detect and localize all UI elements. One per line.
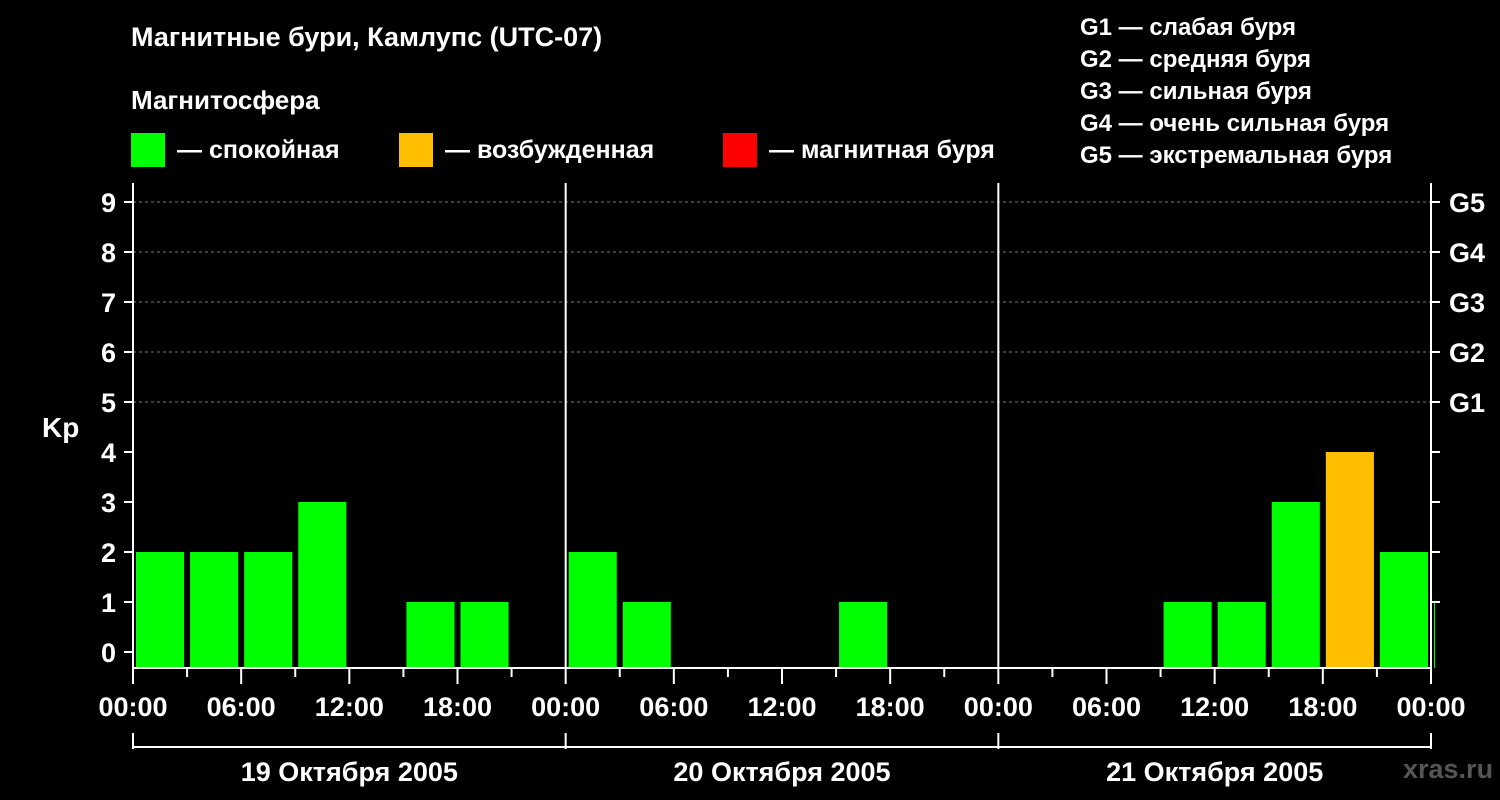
bar-quiet: [1163, 602, 1212, 668]
bar-quiet: [839, 602, 888, 668]
x-tick-label: 18:00: [423, 692, 492, 722]
bar-quiet: [244, 552, 293, 668]
bar-quiet: [190, 552, 239, 668]
day-label: 19 Октября 2005: [241, 757, 458, 787]
x-tick-label: 06:00: [207, 692, 276, 722]
y-tick-label: 1: [101, 588, 116, 618]
y-tick-label: 6: [101, 338, 116, 368]
legend-item-quiet: — спокойная: [131, 133, 340, 167]
day-label: 21 Октября 2005: [1106, 757, 1323, 787]
g-scale-item-g5: G5 — экстремальная буря: [1080, 142, 1393, 169]
x-tick-label: 12:00: [315, 692, 384, 722]
x-tick-label: 00:00: [1396, 692, 1465, 722]
watermark: xras.ru: [1403, 754, 1494, 784]
legend-label-quiet: — спокойная: [177, 135, 340, 164]
y-tick-label: 5: [101, 388, 116, 418]
x-tick-label: 06:00: [639, 692, 708, 722]
y-tick-label: 7: [101, 288, 116, 318]
x-tick-label: 12:00: [747, 692, 816, 722]
day-label: 20 Октября 2005: [673, 757, 890, 787]
g-scale-item-g2: G2 — средняя буря: [1080, 46, 1311, 73]
y-tick-label: 9: [101, 188, 116, 218]
x-tick-label: 00:00: [98, 692, 167, 722]
y-tick-label: 2: [101, 538, 116, 568]
legend-item-excited: — возбужденная: [399, 133, 654, 167]
bar-quiet: [460, 602, 509, 668]
x-tick-label: 12:00: [1180, 692, 1249, 722]
bar-quiet: [298, 502, 347, 668]
legend-label-excited: — возбужденная: [445, 135, 655, 164]
x-tick-label: 00:00: [531, 692, 600, 722]
x-tick-label: 00:00: [964, 692, 1033, 722]
legend-swatch-quiet: [131, 133, 165, 167]
y-tick-label: 4: [101, 438, 116, 468]
y-tick-label: 8: [101, 238, 116, 268]
y-axis-label: Kp: [42, 412, 80, 443]
legend-item-storm: — магнитная буря: [723, 133, 995, 167]
bar-quiet: [622, 602, 671, 668]
g-scale-tick-label: G1: [1449, 388, 1485, 418]
y-tick-label: 3: [101, 488, 116, 518]
bar-excited: [1325, 452, 1374, 668]
legend-swatch-excited: [399, 133, 433, 167]
g-scale-item-g4: G4 — очень сильная буря: [1080, 110, 1390, 137]
bar-quiet: [1434, 602, 1435, 668]
bar-quiet: [1379, 552, 1428, 668]
g-scale-tick-label: G4: [1449, 238, 1485, 268]
chart-subtitle: Магнитосфера: [131, 85, 320, 115]
g-scale-item-g1: G1 — слабая буря: [1080, 14, 1297, 41]
x-tick-label: 18:00: [1288, 692, 1357, 722]
bar-quiet: [1271, 502, 1320, 668]
g-scale-tick-label: G3: [1449, 288, 1485, 318]
g-scale-legend: G1 — слабая буря G2 — средняя буря G3 — …: [1080, 12, 1392, 172]
bar-quiet: [406, 602, 455, 668]
g-scale-tick-label: G2: [1449, 338, 1485, 368]
legend-swatch-storm: [723, 133, 757, 167]
y-tick-label: 0: [101, 638, 116, 668]
legend-label-storm: — магнитная буря: [769, 135, 995, 164]
g-scale-tick-label: G5: [1449, 188, 1485, 218]
x-tick-label: 18:00: [856, 692, 925, 722]
bar-quiet: [1217, 602, 1266, 668]
chart-title: Магнитные бури, Камлупс (UTC-07): [131, 22, 603, 52]
x-tick-label: 06:00: [1072, 692, 1141, 722]
bar-quiet: [568, 552, 617, 668]
bar-quiet: [136, 552, 185, 668]
g-scale-item-g3: G3 — сильная буря: [1080, 78, 1312, 105]
